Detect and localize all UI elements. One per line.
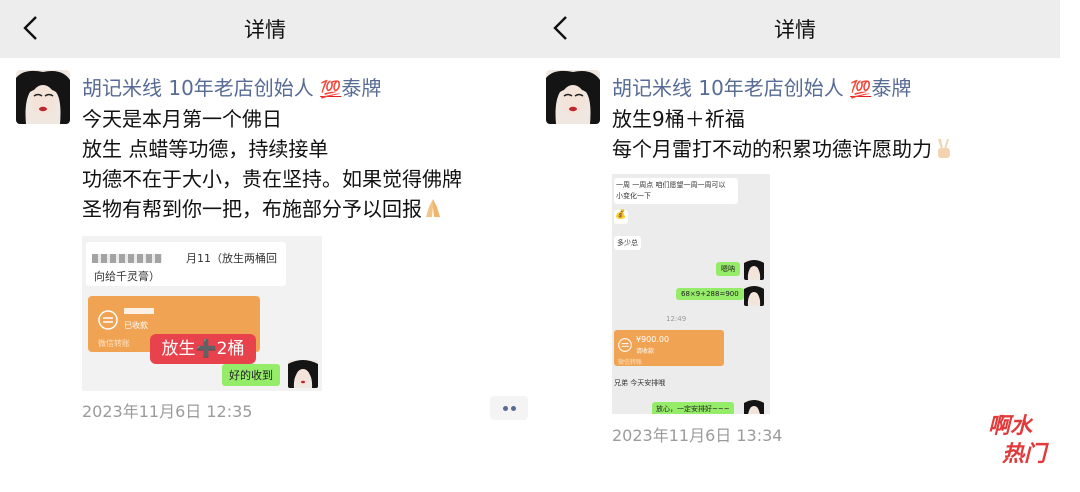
- praying-hands-emoji: [426, 199, 440, 217]
- author-name[interactable]: 胡记米线 10年老店创始人 💯泰牌: [612, 72, 911, 101]
- avatar[interactable]: [16, 70, 70, 124]
- post-image-chat-screenshot[interactable]: 一周 一周点 咱们愿望一周一周可以 小变化一下 💰 多少总 嗯呐 68×9+28…: [612, 174, 770, 414]
- money-bag-emoji: 💰: [614, 210, 628, 224]
- more-dots-icon[interactable]: [490, 396, 528, 420]
- post-image-chat-screenshot[interactable]: 月11（放生两桶回 向给千灵膏） 已收款 微信转账 放生➕2桶 好的收到: [82, 236, 322, 391]
- post-text: 今天是本月第一个佛日 放生 点蜡等功德，持续接单 功德不在于大小，贵在坚持。如果…: [82, 107, 462, 221]
- victory-hand-emoji: [938, 139, 950, 158]
- moment-detail-left: 详情 胡记米线 10年老店创始人 💯泰牌 今天是本月第一个佛日 放生 点蜡等功德…: [0, 0, 530, 492]
- page-title: 详情: [774, 18, 816, 42]
- hundred-points-emoji: 💯: [850, 80, 872, 100]
- transfer-icon: [98, 310, 118, 330]
- moment-detail-right: 详情 胡记米线 10年老店创始人 💯泰牌 放生9桶＋祈福 每个月雷打不动的积累功…: [530, 0, 1060, 492]
- post-date: 2023年11月6日 13:34: [612, 426, 783, 445]
- overlay-label: 放生➕2桶: [150, 334, 256, 364]
- nav-bar: 详情: [0, 0, 530, 58]
- nav-bar: 详情: [530, 0, 1060, 58]
- transfer-card: ¥900.00 请收款 微信转账: [614, 330, 724, 366]
- hundred-points-emoji: 💯: [320, 80, 342, 100]
- avatar[interactable]: [546, 70, 600, 124]
- post-date: 2023年11月6日 12:35: [82, 402, 253, 421]
- avatar: [288, 360, 318, 388]
- post-text: 放生9桶＋祈福 每个月雷打不动的积累功德许愿助力: [612, 104, 1052, 164]
- watermark-logo: 啊水 热门: [988, 414, 1047, 467]
- page-title: 详情: [244, 18, 286, 42]
- author-name[interactable]: 胡记米线 10年老店创始人 💯泰牌: [82, 72, 381, 101]
